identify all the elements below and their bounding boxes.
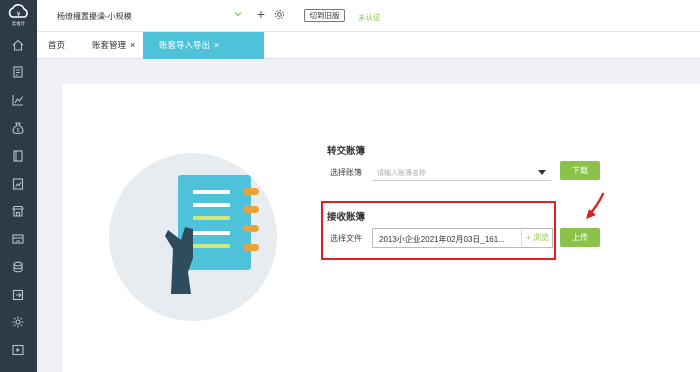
- settings-icon[interactable]: [11, 315, 25, 329]
- close-icon[interactable]: ×: [214, 32, 219, 59]
- export-icon[interactable]: [11, 288, 25, 302]
- file-input[interactable]: 2013小企业2021年02月03日_161... + 浏览: [372, 228, 553, 248]
- annotation-arrow-icon: [586, 192, 605, 219]
- unverified-status[interactable]: 未认证: [358, 12, 381, 23]
- close-icon[interactable]: ×: [130, 32, 135, 59]
- sidebar: ¥ 云会计 $: [0, 0, 37, 372]
- home-icon[interactable]: [11, 38, 25, 52]
- receive-ledger-title: 接收账簿: [327, 212, 366, 223]
- tab-bar: 首页 账套管理 × 账套导入导出 ×: [37, 31, 700, 59]
- play-icon[interactable]: [11, 343, 25, 357]
- transfer-ledger-title: 转交账簿: [327, 146, 366, 157]
- upload-button[interactable]: 上传: [560, 228, 600, 247]
- asset-icon[interactable]: [11, 232, 25, 246]
- chevron-down-icon[interactable]: [233, 9, 243, 19]
- ledger-illustration: [109, 153, 277, 321]
- report-icon[interactable]: [11, 177, 25, 191]
- company-name[interactable]: 杨燎橿置擾澡-小规模: [57, 11, 132, 22]
- add-icon[interactable]: +: [255, 7, 267, 21]
- tab-label: 账套管理: [92, 40, 127, 50]
- ledger-select[interactable]: 请输入账簿名称: [373, 164, 551, 181]
- app-logo[interactable]: ¥ 云会计: [5, 3, 32, 27]
- download-button[interactable]: 下载: [560, 161, 600, 180]
- tab-ledger-management[interactable]: 账套管理 ×: [92, 32, 135, 59]
- money-bag-icon[interactable]: $: [11, 121, 25, 135]
- ledger-select-placeholder: 请输入账簿名称: [377, 170, 426, 177]
- gear-icon[interactable]: [274, 9, 285, 20]
- select-ledger-label: 选择账簿: [330, 168, 362, 177]
- top-bar: 杨燎橿置擾澡-小规模 + 切到旧版 未认证: [37, 0, 700, 31]
- tab-home[interactable]: 首页: [48, 32, 65, 59]
- logo-text: 云会计: [12, 20, 26, 27]
- store-icon[interactable]: [11, 204, 25, 218]
- tab-label: 首页: [48, 40, 66, 50]
- svg-text:$: $: [17, 128, 20, 134]
- select-file-label: 选择文件: [330, 234, 362, 243]
- file-name-value: 2013小企业2021年02月03日_161...: [379, 235, 505, 244]
- tab-label: 账套导入导出: [159, 40, 211, 50]
- caret-down-icon[interactable]: [538, 170, 546, 175]
- book-icon[interactable]: [11, 149, 25, 163]
- browse-button[interactable]: + 浏览: [521, 230, 551, 246]
- tab-ledger-import-export[interactable]: 账套导入导出 ×: [143, 32, 264, 59]
- voucher-icon[interactable]: [11, 65, 25, 79]
- coins-icon[interactable]: [11, 260, 25, 274]
- switch-old-version-button[interactable]: 切到旧版: [304, 9, 345, 22]
- chart-icon[interactable]: [11, 93, 25, 107]
- svg-text:¥: ¥: [17, 11, 21, 18]
